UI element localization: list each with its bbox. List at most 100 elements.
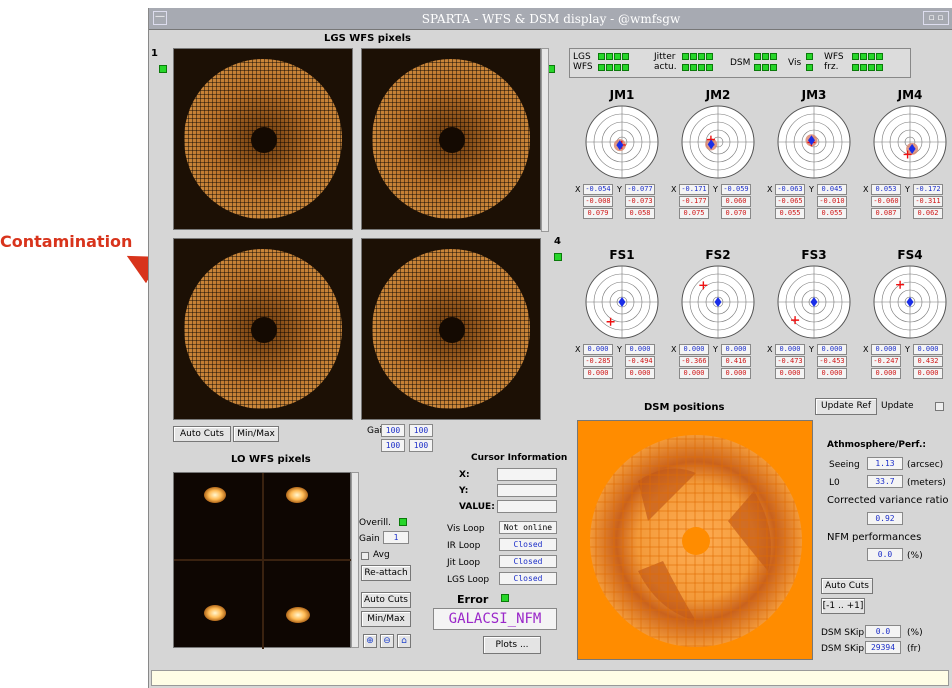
wfs-frz-label: WFS frz. xyxy=(824,52,844,72)
dsm-skip2-label: DSM SKip xyxy=(821,644,865,654)
fs-target-3[interactable] xyxy=(769,264,859,340)
cursor-value-field xyxy=(497,500,557,513)
nfm-field: 0.0 xyxy=(867,548,903,561)
wfs-frz-leds-top xyxy=(852,53,883,60)
zoom-out-icon[interactable]: ⊖ xyxy=(380,634,394,648)
fs-title-4: FS4 xyxy=(897,248,923,262)
lgs-quadrant-3[interactable] xyxy=(173,238,353,420)
fs-title-1: FS1 xyxy=(609,248,635,262)
window-title: SPARTA - WFS & DSM display - @wmfsgw xyxy=(421,12,681,26)
quadrant-label-1: 1 xyxy=(151,48,158,59)
row2-col1: 0.079 xyxy=(583,208,613,219)
x-value: -0.063 xyxy=(775,184,805,195)
dsm-skip1-label: DSM SKip xyxy=(821,628,865,638)
lgs-gain-2[interactable]: 100 xyxy=(409,424,433,437)
quadrant-led-1 xyxy=(159,65,167,73)
fs-target-4[interactable] xyxy=(865,264,952,340)
seeing-unit: (arcsec) xyxy=(907,460,944,470)
x-axis-label: X xyxy=(575,345,581,354)
jm-target-2[interactable] xyxy=(673,104,763,180)
y-value: 0.000 xyxy=(817,344,847,355)
row2-col1: 0.000 xyxy=(871,368,901,379)
jm-target-1[interactable] xyxy=(577,104,667,180)
cursor-x-field xyxy=(497,468,557,481)
quadrant-led-4 xyxy=(554,253,562,261)
lo-scrollbar-v[interactable] xyxy=(351,472,359,648)
lgs-gain-3[interactable]: 100 xyxy=(381,439,405,452)
loop-label-ir: IR Loop xyxy=(447,541,481,551)
row1-col1: -0.285 xyxy=(583,356,613,367)
x-axis-label: X xyxy=(575,185,581,194)
update-checkbox[interactable] xyxy=(935,402,944,411)
lgs-quadrant-1[interactable] xyxy=(173,48,353,230)
vis-leds-top xyxy=(806,53,813,60)
row2-col2: 0.000 xyxy=(721,368,751,379)
jm-panel-3: JM3 X Y -0.063 0.045 -0.065 -0.010 0.055 0.055 xyxy=(767,88,859,219)
wfs-frz-leds-bottom xyxy=(852,64,883,71)
error-led xyxy=(501,594,509,602)
dsm-map[interactable] xyxy=(577,420,813,660)
overill-label: Overill. xyxy=(359,518,392,528)
lgs-gain-1[interactable]: 100 xyxy=(381,424,405,437)
row1-col2: -0.010 xyxy=(817,196,847,207)
jm-target-4[interactable] xyxy=(865,104,952,180)
dsm-range-button[interactable]: [-1 .. +1] xyxy=(821,598,865,614)
home-icon[interactable]: ⌂ xyxy=(397,634,411,648)
avg-label: Avg xyxy=(373,550,390,560)
fs-title-3: FS3 xyxy=(801,248,827,262)
error-label: Error xyxy=(457,593,489,606)
fs-panel-2: FS2 X Y 0.000 0.000 -0.366 0.416 0.000 0.000 xyxy=(671,248,763,379)
lo-wfs-image[interactable] xyxy=(173,472,352,649)
row2-col2: 0.062 xyxy=(913,208,943,219)
row1-col1: -0.065 xyxy=(775,196,805,207)
row1-col2: -0.453 xyxy=(817,356,847,367)
row2-col2: 0.070 xyxy=(721,208,751,219)
lgs-min-max-button[interactable]: Min/Max xyxy=(233,426,279,442)
lo-gain-field[interactable]: 1 xyxy=(383,531,409,544)
zoom-in-icon[interactable]: ⊕ xyxy=(363,634,377,648)
fs-target-1[interactable] xyxy=(577,264,667,340)
window-menu-button[interactable]: — xyxy=(153,11,167,25)
jitter-leds-top xyxy=(682,53,713,60)
row1-col2: -0.311 xyxy=(913,196,943,207)
lgs-gain-4[interactable]: 100 xyxy=(409,439,433,452)
y-value: 0.000 xyxy=(625,344,655,355)
y-axis-label: Y xyxy=(617,345,622,354)
update-ref-button[interactable]: Update Ref xyxy=(815,398,877,415)
loop-value-lgs: Closed xyxy=(499,572,557,585)
lo-min-max-button[interactable]: Min/Max xyxy=(361,611,411,627)
loop-value-jit: Closed xyxy=(499,555,557,568)
avg-checkbox[interactable] xyxy=(361,552,369,560)
cursor-y-label: Y: xyxy=(459,486,469,496)
row1-col2: -0.073 xyxy=(625,196,655,207)
x-axis-label: X xyxy=(671,185,677,194)
window-maximize-button[interactable]: ▫ ▫ xyxy=(923,11,949,25)
loop-label-lgs: LGS Loop xyxy=(447,575,490,585)
row1-col1: -0.177 xyxy=(679,196,709,207)
x-axis-label: X xyxy=(671,345,677,354)
reattach-button[interactable]: Re-attach xyxy=(361,565,411,581)
lgs-auto-cuts-button[interactable]: Auto Cuts xyxy=(173,426,231,442)
y-axis-label: Y xyxy=(905,345,910,354)
corr-field: 0.92 xyxy=(867,512,903,525)
row2-col1: 0.000 xyxy=(583,368,613,379)
jm-panel-1: JM1 X Y -0.054 -0.077 -0.008 -0.073 0.079 0.058 xyxy=(575,88,667,219)
y-axis-label: Y xyxy=(713,345,718,354)
dsm-auto-cuts-button[interactable]: Auto Cuts xyxy=(821,578,873,594)
row2-col2: 0.000 xyxy=(625,368,655,379)
dsm-leds-top xyxy=(754,53,777,60)
fs-target-2[interactable] xyxy=(673,264,763,340)
plots-button[interactable]: Plots ... xyxy=(483,636,541,654)
y-value: -0.077 xyxy=(625,184,655,195)
jm-target-3[interactable] xyxy=(769,104,859,180)
row1-col2: 0.432 xyxy=(913,356,943,367)
lgs-quadrant-4[interactable] xyxy=(361,238,541,420)
lgs-quadrant-2[interactable] xyxy=(361,48,541,230)
lo-title: LO WFS pixels xyxy=(231,454,311,465)
lgs-scrollbar-v[interactable] xyxy=(541,48,549,232)
nfm-label: NFM performances xyxy=(827,532,922,543)
dsm-leds-bottom xyxy=(754,64,777,71)
lgs-wfs-leds-top xyxy=(598,53,629,60)
lo-auto-cuts-button[interactable]: Auto Cuts xyxy=(361,592,411,608)
row2-col1: 0.000 xyxy=(775,368,805,379)
